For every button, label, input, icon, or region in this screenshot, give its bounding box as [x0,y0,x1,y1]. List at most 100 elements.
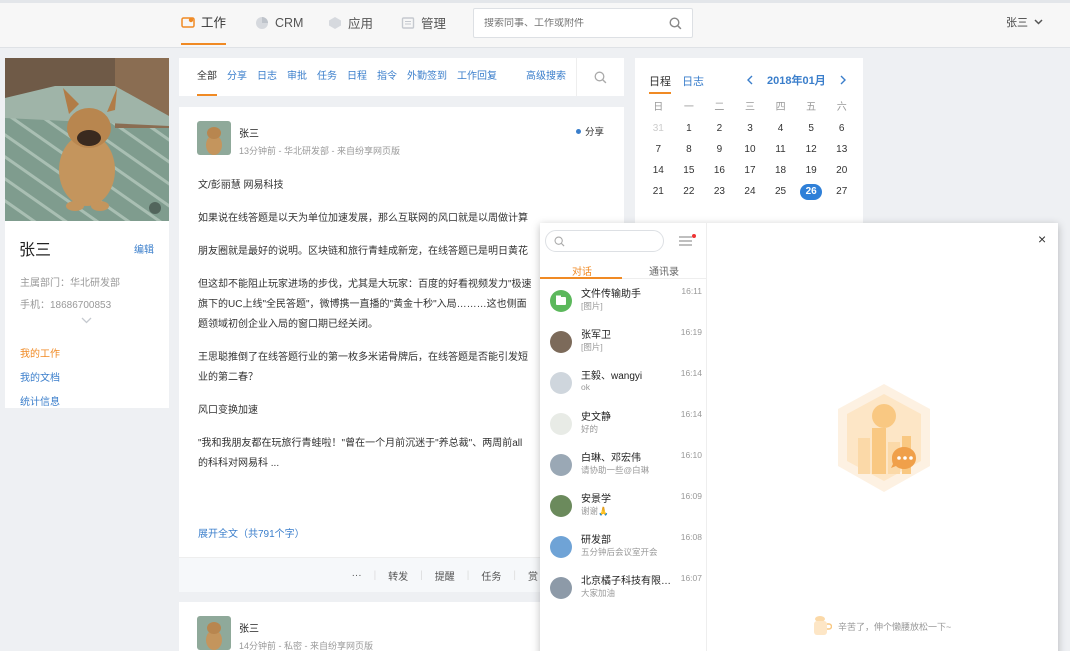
tab-share[interactable]: 分享 [227,58,247,96]
conversation-item[interactable]: 北京橘子科技有限公... 16:07 大家加油 [540,570,707,611]
chat-sidebar: 对话 通讯录 文件传输助手 16:11 [图片] 张军卫 16:19 [图片] 王毅、wan… [540,223,707,651]
chevron-right-icon[interactable] [840,75,846,85]
chat-search-input[interactable] [565,235,655,247]
tab-calendar-schedule[interactable]: 日程 [649,76,671,94]
empty-chat-tip: 辛苦了，伸个懒腰放松一下~ [812,615,951,637]
menu-icon[interactable] [678,234,696,248]
post-meta: 14分钟前 - 私密 - 来自纷享网页版 [239,641,374,651]
calendar-day[interactable]: 14 [643,163,674,179]
calendar-day[interactable]: 2 [704,121,735,137]
avatar[interactable] [197,616,231,650]
chevron-down-icon[interactable] [81,317,92,324]
calendar-day[interactable]: 27 [826,184,857,200]
work-icon [181,16,195,28]
profile-name: 张三 [19,242,52,259]
search-icon[interactable] [669,16,682,30]
calendar-day[interactable]: 24 [735,184,766,200]
conversation-name: 王毅、wangyi [581,371,643,382]
post-body: 文/彭丽慧 网易科技 如果说在线答题是以天为单位加速发展，那么互联网的风口就是以… [198,176,543,487]
tab-approval[interactable]: 审批 [287,58,307,96]
calendar-day[interactable]: 22 [674,184,705,200]
calendar-tabs: 日程 日志 [649,73,712,94]
tab-conversations[interactable]: 对话 [572,263,592,278]
avatar [550,536,572,558]
nav-crm[interactable]: CRM [255,0,303,45]
global-search[interactable] [473,8,693,38]
tab-field-checkin[interactable]: 外勤签到 [407,58,447,96]
conversation-item[interactable]: 史文静 16:14 好的 [540,406,707,447]
calendar-day-today[interactable]: 26 [796,184,827,200]
conversation-item[interactable]: 研发部 16:08 五分钟后会议室开会 [540,529,707,570]
chat-search[interactable] [545,230,664,252]
calendar-weekday: 五 [806,102,817,113]
calendar-day[interactable]: 7 [643,142,674,158]
my-docs-link[interactable]: 我的文档 [20,369,60,384]
calendar-day[interactable]: 3 [735,121,766,137]
calendar-day[interactable]: 4 [765,121,796,137]
task-button[interactable]: 任务 [481,568,501,583]
close-button[interactable]: × [1038,231,1046,247]
nav-apps[interactable]: 应用 [328,0,373,45]
divider: | [373,569,377,581]
tab-log[interactable]: 日志 [257,58,277,96]
forward-button[interactable]: 转发 [388,568,408,583]
calendar-day[interactable]: 6 [826,121,857,137]
tab-contacts[interactable]: 通讯录 [649,263,679,278]
tab-command[interactable]: 指令 [377,58,397,96]
stats-link[interactable]: 统计信息 [20,393,60,408]
calendar-day[interactable]: 1 [674,121,705,137]
post-author[interactable]: 张三 [239,125,259,140]
avatar[interactable] [197,121,231,155]
post-author[interactable]: 张三 [239,620,259,635]
remind-button[interactable]: 提醒 [435,568,455,583]
tab-calendar-log[interactable]: 日志 [682,76,704,88]
tab-all[interactable]: 全部 [197,58,217,96]
my-work-link[interactable]: 我的工作 [20,345,60,360]
calendar-day[interactable]: 9 [704,142,735,158]
calendar-month-nav: 2018年01月 [747,72,846,88]
edit-profile-link[interactable]: 编辑 [134,241,154,256]
more-actions-button[interactable]: ··· [352,570,362,581]
calendar-day[interactable]: 21 [643,184,674,200]
conversation-item[interactable]: 王毅、wangyi 16:14 ok [540,365,707,406]
calendar-weekday: 六 [836,102,847,113]
calendar-day[interactable]: 23 [704,184,735,200]
nav-admin-label: 管理 [421,17,447,31]
chevron-left-icon[interactable] [747,75,753,85]
calendar-day[interactable]: 10 [735,142,766,158]
conversation-item[interactable]: 张军卫 16:19 [图片] [540,324,707,365]
global-search-input[interactable] [484,17,654,29]
calendar-day[interactable]: 15 [674,163,705,179]
user-menu[interactable]: 张三 [1006,14,1043,30]
calendar-day[interactable]: 19 [796,163,827,179]
nav-work[interactable]: 工作 [181,0,227,45]
reward-button[interactable]: 赏 [528,568,538,583]
conversation-preview: 谢谢🙏 [581,506,609,516]
calendar-day[interactable]: 12 [796,142,827,158]
calendar-day[interactable]: 31 [643,121,674,137]
calendar-day[interactable]: 8 [674,142,705,158]
calendar-day[interactable]: 20 [826,163,857,179]
calendar-day[interactable]: 25 [765,184,796,200]
expand-full-text-link[interactable]: 展开全文（共791个字） [198,525,305,540]
calendar-day[interactable]: 18 [765,163,796,179]
conversation-item[interactable]: 安景学 16:09 谢谢🙏 [540,488,707,529]
tab-work-reply[interactable]: 工作回复 [457,58,497,96]
advanced-search-link[interactable]: 高级搜索 [526,58,566,96]
profile-card: 张三 编辑 主属部门：华北研发部 手机：18686700853 我的工作 我的文… [5,58,169,408]
nav-work-label: 工作 [201,16,227,30]
chat-tabs-underline [540,277,707,279]
calendar-day[interactable]: 17 [735,163,766,179]
conversation-item[interactable]: 白琳、邓宏伟 16:10 请协助一些@白琳 [540,447,707,488]
calendar-day[interactable]: 16 [704,163,735,179]
conversation-item[interactable]: 文件传输助手 16:11 [图片] [540,283,707,324]
calendar-day[interactable]: 5 [796,121,827,137]
tab-schedule[interactable]: 日程 [347,58,367,96]
tab-task[interactable]: 任务 [317,58,337,96]
feed-search-button[interactable] [576,58,624,96]
calendar-day[interactable]: 13 [826,142,857,158]
calendar-day[interactable]: 11 [765,142,796,158]
conversation-preview: [图片] [581,342,603,352]
avatar [550,577,572,599]
nav-admin[interactable]: 管理 [401,0,446,45]
